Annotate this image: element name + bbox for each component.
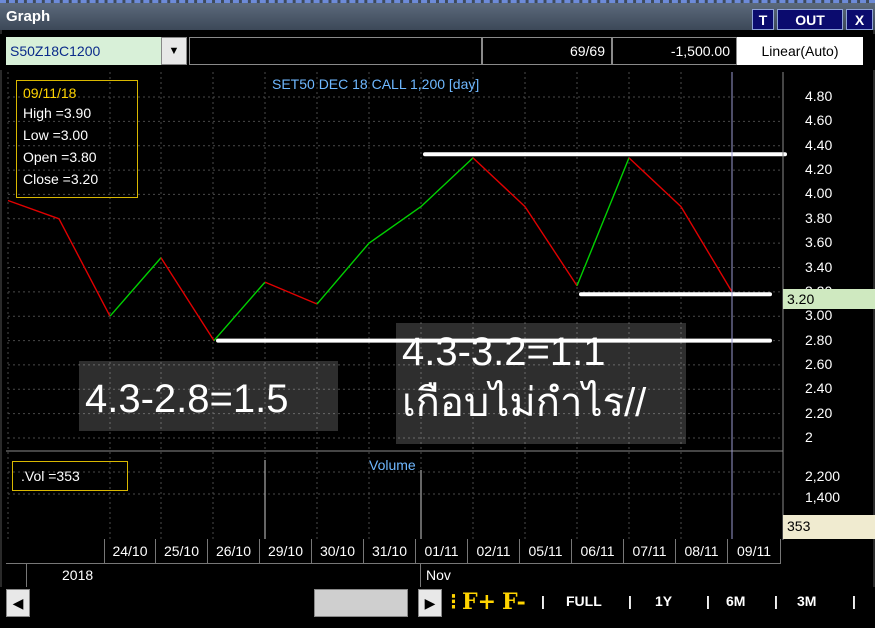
chart-title: SET50 DEC 18 CALL 1,200 [day] <box>272 76 480 92</box>
price-tick: 3.60 <box>805 234 833 251</box>
date-tick: 07/11 <box>624 539 676 563</box>
date-tick: 01/11 <box>416 539 468 563</box>
range-1y-button[interactable]: 1Y <box>655 593 672 609</box>
info-high: High =3.90 <box>23 105 92 121</box>
date-tick: 09/11 <box>728 539 781 563</box>
series-segment <box>368 206 422 244</box>
price-tick: 4.20 <box>805 161 833 178</box>
separator-icon: | <box>774 593 778 609</box>
series-segment <box>680 206 733 293</box>
date-tick: 29/10 <box>260 539 312 563</box>
series-segment <box>7 199 60 220</box>
price-tick: 3.00 <box>805 307 833 324</box>
price-tick: 2 <box>805 429 813 445</box>
scroll-right-button[interactable]: ▶ <box>418 589 442 617</box>
separator-icon: | <box>706 593 710 609</box>
separator-icon: | <box>628 593 632 609</box>
series-segment <box>264 281 318 305</box>
annotation-left: 4.3-2.8=1.5 <box>79 361 338 431</box>
separator-icon: | <box>541 593 545 609</box>
price-tick: 2.40 <box>805 380 833 397</box>
volume-tick: 1,400 <box>805 489 841 505</box>
annotation-lines <box>216 152 787 343</box>
month-label: Nov <box>426 567 451 583</box>
scroll-left-button[interactable]: ◀ <box>6 589 30 617</box>
bottom-bar: ◀ ▶ ⁝ F+ F- | FULL | 1Y | 6M | 3M | <box>0 587 875 628</box>
date-tick: 05/11 <box>520 539 572 563</box>
date-tick: 08/11 <box>676 539 728 563</box>
annotation-right-line2: เกือบไม่กำไร// <box>402 381 647 425</box>
price-tick: 4.80 <box>805 88 833 104</box>
grip-icon: ⁝ <box>450 589 457 615</box>
price-tick: 2.80 <box>805 331 833 348</box>
separator-icon: | <box>852 593 856 609</box>
date-tick: 24/10 <box>104 539 156 563</box>
range-3m-button[interactable]: 3M <box>797 593 816 609</box>
price-tick: 3.80 <box>805 209 833 226</box>
series-segment <box>472 157 526 208</box>
price-tick: 4.40 <box>805 136 833 153</box>
series-segment <box>160 257 215 341</box>
series-segment <box>420 157 474 208</box>
volume-label: Volume <box>369 457 416 473</box>
series-segment <box>213 281 266 342</box>
series-segment <box>576 157 630 287</box>
series-segment <box>316 242 370 305</box>
series-segment <box>628 157 682 208</box>
info-date: 09/11/18 <box>23 85 77 101</box>
price-tick: 4.60 <box>805 112 833 129</box>
price-tick: 4.00 <box>805 185 833 202</box>
year-label: 2018 <box>62 567 94 583</box>
date-tick: 30/10 <box>312 539 364 563</box>
price-tick: 2.60 <box>805 355 833 372</box>
triangle-left-icon: ◀ <box>12 595 24 611</box>
series-segment <box>58 218 111 317</box>
ohlc-info-box: 09/11/18 High =3.90 Low =3.00 Open =3.80… <box>16 80 138 198</box>
date-tick: 06/11 <box>572 539 624 563</box>
scrollbar-thumb[interactable] <box>314 589 408 617</box>
current-price-tag: 3.20 <box>783 289 875 309</box>
date-axis: 24/10 25/10 26/10 29/10 30/10 31/10 01/11 02/11… <box>6 539 781 563</box>
year-axis: 2018 Nov <box>6 563 781 587</box>
annotation-right-line1: 4.3-3.2=1.1 <box>402 330 606 374</box>
zoom-out-button[interactable]: F- <box>502 589 526 615</box>
volume-info-box: .Vol =353 <box>12 461 128 491</box>
zoom-in-button[interactable]: F+ <box>462 589 496 615</box>
price-tick: 3.40 <box>805 258 833 275</box>
date-tick: 02/11 <box>468 539 520 563</box>
current-volume-tag: 353 <box>783 515 875 539</box>
range-6m-button[interactable]: 6M <box>726 593 745 609</box>
range-full-button[interactable]: FULL <box>566 593 602 609</box>
series-segment <box>109 257 162 317</box>
volume-tick: 2,200 <box>805 468 841 484</box>
date-tick: 31/10 <box>364 539 416 563</box>
price-tick: 2.20 <box>805 404 833 421</box>
triangle-right-icon: ▶ <box>424 595 436 611</box>
info-close: Close =3.20 <box>23 171 99 187</box>
annotation-right: 4.3-3.2=1.1 เกือบไม่กำไร// <box>396 323 686 444</box>
info-open: Open =3.80 <box>23 149 97 165</box>
date-tick: 25/10 <box>156 539 208 563</box>
date-tick: 26/10 <box>208 539 260 563</box>
info-low: Low =3.00 <box>23 127 88 143</box>
